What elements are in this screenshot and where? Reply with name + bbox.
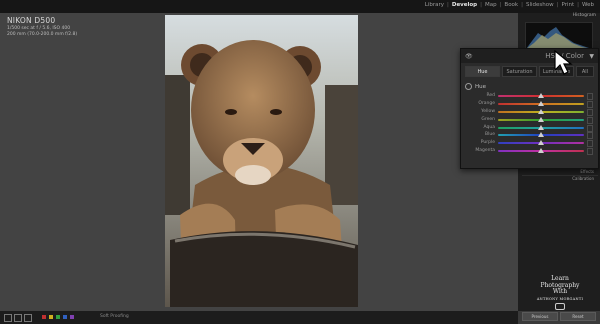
targeted-adjustment-icon[interactable] <box>465 83 472 90</box>
histogram-title: Histogram <box>572 13 596 18</box>
hue-slider-red[interactable]: Red <box>461 92 598 100</box>
tab-saturation[interactable]: Saturation <box>502 66 537 77</box>
watermark-line4: ANTHONY MORGANTI <box>536 296 584 301</box>
slider-thumb[interactable] <box>538 100 544 106</box>
module-library[interactable]: Library <box>425 2 444 8</box>
slider-label: Red <box>486 93 495 98</box>
color-label-swatch[interactable] <box>42 315 46 319</box>
before-after-icon[interactable] <box>14 314 22 322</box>
slider-thumb[interactable] <box>538 93 544 98</box>
reset-button[interactable]: Reset <box>560 312 596 321</box>
hue-slider-blue[interactable]: Blue <box>461 131 598 140</box>
color-label-swatch[interactable] <box>63 315 67 319</box>
slider-thumb[interactable] <box>538 124 544 130</box>
module-slideshow[interactable]: Slideshow <box>526 2 554 8</box>
panel-effects[interactable]: Effects <box>522 168 598 175</box>
slider-label: Blue <box>485 132 495 138</box>
module-print[interactable]: Print <box>561 2 574 8</box>
eye-icon[interactable]: 👁 <box>465 53 473 60</box>
module-map[interactable]: Map <box>485 2 497 8</box>
collapsed-panels: Effects Calibration <box>522 168 598 182</box>
collapse-triangle-icon[interactable]: ▼ <box>589 53 594 60</box>
tab-hue[interactable]: Hue <box>465 66 500 77</box>
hue-group-label: Hue <box>475 83 487 90</box>
hue-slider-purple[interactable]: Purple <box>461 139 598 148</box>
color-label-swatch[interactable] <box>70 315 74 319</box>
slider-label: Magenta <box>475 148 495 154</box>
tab-all[interactable]: All <box>576 66 594 77</box>
slider-thumb[interactable] <box>538 116 544 122</box>
flag-icon[interactable] <box>24 314 32 322</box>
slider-thumb[interactable] <box>538 148 544 154</box>
panel-calibration[interactable]: Calibration <box>522 175 598 182</box>
slider-label: Purple <box>480 140 495 146</box>
panel-bottom-buttons: Previous Reset <box>522 312 596 321</box>
slider-thumb[interactable] <box>538 132 544 138</box>
hue-slider-orange[interactable]: Orange <box>461 100 598 108</box>
color-label-swatch[interactable] <box>56 315 60 319</box>
previous-button[interactable]: Previous <box>522 312 558 321</box>
histogram[interactable] <box>525 22 593 50</box>
slider-value-box[interactable] <box>587 148 593 156</box>
module-bar: Library | Develop | Map | Book | Slideshow | … <box>0 0 600 13</box>
loupe-view-icon[interactable] <box>4 314 12 322</box>
slider-label: Aqua <box>483 124 495 130</box>
module-web[interactable]: Web <box>582 2 594 8</box>
module-picker: Library | Develop | Map | Book | Slideshow | … <box>424 2 594 8</box>
hsl-color-panel: 👁 HSL / Color ▼ Hue Saturation Luminance… <box>460 48 599 169</box>
hue-slider-yellow[interactable]: Yellow <box>461 108 598 116</box>
color-label-swatch[interactable] <box>49 315 53 319</box>
slider-thumb[interactable] <box>538 140 544 146</box>
lens-info: 200 mm (70.0-200.0 mm f/2.8) <box>7 32 78 37</box>
hue-slider-magenta[interactable]: Magenta <box>461 147 598 156</box>
hue-slider-list: Red Orange Yellow Green Aqua Blue Purple Magent… <box>461 92 598 156</box>
camera-logo-icon <box>555 303 565 310</box>
slider-label: Green <box>481 116 495 122</box>
hue-group: Hue <box>465 83 486 90</box>
hsl-panel-header[interactable]: 👁 HSL / Color ▼ <box>461 49 598 63</box>
hue-slider-green[interactable]: Green <box>461 116 598 124</box>
mouse-pointer-icon <box>553 49 575 76</box>
slider-thumb[interactable] <box>538 108 544 114</box>
soft-proofing-label[interactable]: Soft Proofing <box>100 314 129 319</box>
hue-slider-aqua[interactable]: Aqua <box>461 124 598 132</box>
photo-info-overlay: NIKON D500 1/500 sec at f / 5.6, ISO 400… <box>7 16 77 37</box>
slider-label: Orange <box>478 100 495 106</box>
watermark: Learn Photography With ANTHONY MORGANTI <box>530 275 590 313</box>
module-develop[interactable]: Develop <box>452 2 477 8</box>
bottom-toolbar: Soft Proofing <box>0 311 518 324</box>
camera-model: NIKON D500 <box>7 16 56 25</box>
exposure-info: 1/500 sec at f / 5.6, ISO 400 <box>7 26 71 31</box>
module-book[interactable]: Book <box>504 2 518 8</box>
slider-label: Yellow <box>481 108 495 114</box>
lion-photo[interactable] <box>165 15 358 307</box>
